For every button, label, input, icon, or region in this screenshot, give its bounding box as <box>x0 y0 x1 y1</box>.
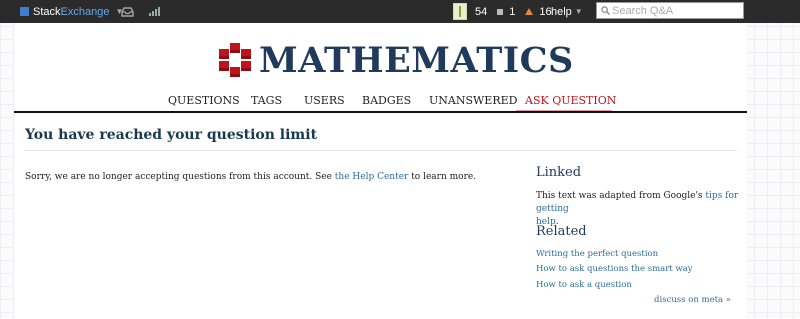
nav-ask-question[interactable]: ASK QUESTION <box>525 94 616 107</box>
message-text: Sorry, we are no longer accepting questi… <box>25 172 335 182</box>
brand-exchange: Exchange <box>60 5 110 18</box>
nav-tags[interactable]: TAGS <box>251 94 282 107</box>
stackexchange-menu[interactable]: Stack Exchange ▼ <box>20 0 123 23</box>
title-divider <box>25 150 737 151</box>
related-link[interactable]: How to ask a question <box>536 280 632 290</box>
nav-divider <box>14 111 747 113</box>
stackexchange-logo-icon <box>20 7 29 16</box>
bronze-badge-icon <box>525 8 534 15</box>
avatar <box>453 3 467 20</box>
site-logo[interactable]: MATHEMATICS <box>217 42 574 78</box>
related-link[interactable]: Writing the perfect question <box>536 249 658 259</box>
silver-badge-count: 1 <box>509 5 516 18</box>
discuss-on-meta-link[interactable]: discuss on meta » <box>654 295 731 305</box>
nav-users[interactable]: USERS <box>304 94 345 107</box>
content-panel: MATHEMATICS QUESTIONS TAGS USERS BADGES … <box>14 23 747 319</box>
bronze-badge-count: 16 <box>539 5 552 18</box>
inbox-icon[interactable] <box>121 0 134 23</box>
related-link[interactable]: How to ask questions the smart way <box>536 264 693 274</box>
search-box[interactable] <box>596 2 744 19</box>
reputation-count: 54 <box>475 5 488 18</box>
help-center-link[interactable]: the Help Center <box>335 172 409 182</box>
nav-badges[interactable]: BADGES <box>362 94 411 107</box>
help-menu[interactable]: help ▼ <box>551 0 583 23</box>
top-bar: Stack Exchange ▼ 54 1 16 help ▼ <box>0 0 800 23</box>
linked-heading: Linked <box>536 165 582 180</box>
chevron-down-icon: ▼ <box>574 7 583 16</box>
help-label: help <box>551 5 572 18</box>
related-heading: Related <box>536 224 587 239</box>
nav-unanswered[interactable]: UNANSWERED <box>429 94 517 107</box>
nav-questions[interactable]: QUESTIONS <box>168 94 240 107</box>
brand-stack: Stack <box>33 5 61 18</box>
message-text-end: to learn more. <box>408 172 477 182</box>
meta-link-wrap: discuss on meta » <box>654 295 731 305</box>
search-icon <box>601 6 610 15</box>
achievements-icon[interactable] <box>148 0 160 23</box>
linked-description: This text was adapted from Google's <box>536 191 706 201</box>
mathematics-logo-icon <box>219 43 251 77</box>
silver-badge-icon <box>497 8 504 15</box>
page-title: You have reached your question limit <box>25 127 318 143</box>
site-title: MATHEMATICS <box>259 39 574 81</box>
user-profile-link[interactable]: 54 1 16 <box>453 0 552 23</box>
limit-message: Sorry, we are no longer accepting questi… <box>25 172 476 182</box>
search-input[interactable] <box>612 3 740 18</box>
